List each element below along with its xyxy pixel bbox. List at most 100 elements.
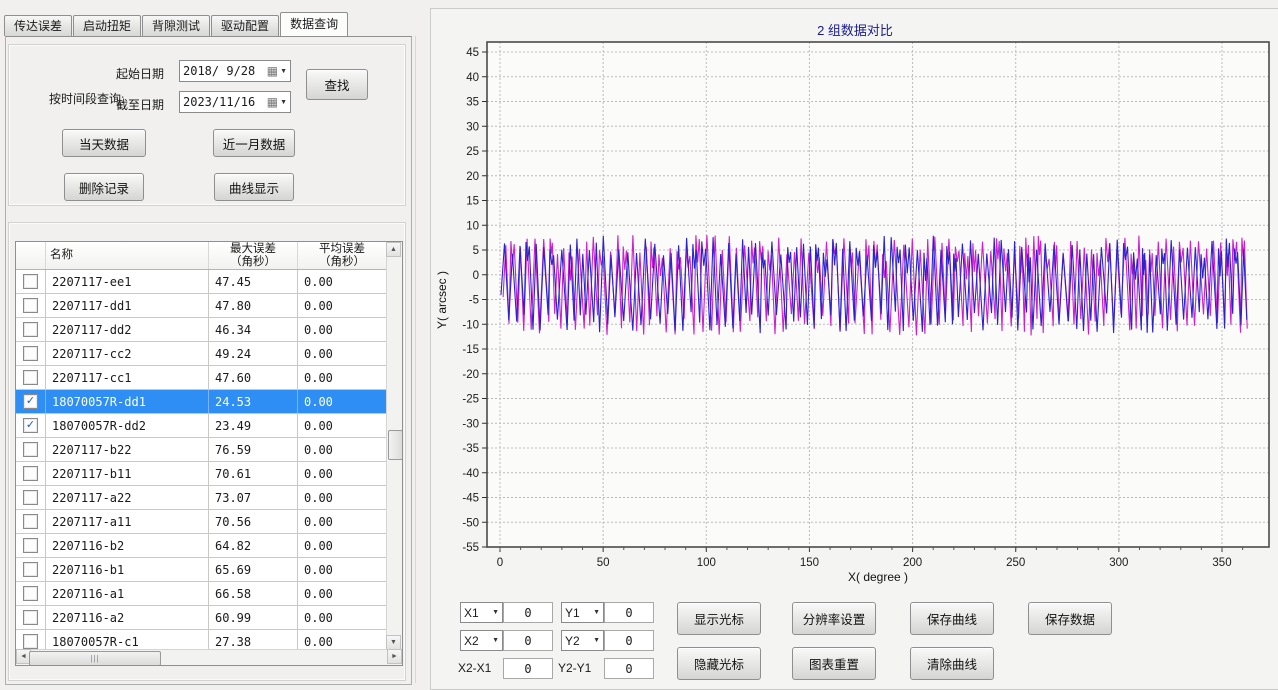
resolution-settings-button[interactable]: 分辨率设置 — [792, 602, 876, 635]
tab-start-torque[interactable]: 启动扭矩 — [73, 15, 141, 36]
table-row[interactable]: 18070057R-c127.380.00 — [16, 630, 387, 650]
row-checkbox-cell: ✓ — [16, 390, 46, 413]
tab-transmission-error[interactable]: 传达误差 — [4, 15, 72, 36]
table-row[interactable]: 2207116-a260.990.00 — [16, 606, 387, 630]
tab-drive-config[interactable]: 驱动配置 — [211, 15, 279, 36]
end-date-field[interactable]: 2023/11/16 ▦ ▼ — [179, 91, 291, 113]
today-data-button[interactable]: 当天数据 — [62, 129, 146, 157]
table-row[interactable]: 2207116-a166.580.00 — [16, 582, 387, 606]
svg-text:-25: -25 — [462, 394, 479, 406]
table-row[interactable]: ✓18070057R-dd223.490.00 — [16, 414, 387, 438]
caret-down-icon[interactable]: ▼ — [280, 99, 287, 106]
row-avg-error: 0.00 — [298, 630, 387, 650]
table-row[interactable]: 2207116-b165.690.00 — [16, 558, 387, 582]
row-max-error: 73.07 — [209, 486, 298, 509]
svg-text:200: 200 — [903, 557, 922, 569]
row-checkbox[interactable] — [23, 586, 38, 601]
result-table: 名称 最大误差 （角秒） 平均误差 （角秒） 2207117-ee147.450… — [15, 241, 403, 666]
row-checkbox[interactable] — [23, 490, 38, 505]
x2-value-field[interactable]: 0 — [503, 630, 553, 651]
save-data-button[interactable]: 保存数据 — [1028, 602, 1112, 635]
table-header: 名称 最大误差 （角秒） 平均误差 （角秒） — [16, 242, 387, 270]
row-checkbox[interactable] — [23, 370, 38, 385]
save-curve-button[interactable]: 保存曲线 — [910, 602, 994, 635]
row-checkbox[interactable] — [23, 538, 38, 553]
row-checkbox[interactable] — [23, 274, 38, 289]
row-checkbox-cell — [16, 462, 46, 485]
svg-text:-40: -40 — [462, 468, 479, 480]
svg-text:10: 10 — [466, 220, 479, 232]
svg-text:300: 300 — [1109, 557, 1128, 569]
table-row[interactable]: 2207116-b264.820.00 — [16, 534, 387, 558]
tab-backlash-test[interactable]: 背隙测试 — [142, 15, 210, 36]
row-checkbox[interactable] — [23, 442, 38, 457]
x1-select[interactable]: X1 ▼ — [460, 602, 503, 623]
x1-select-label: X1 — [464, 606, 479, 620]
row-avg-error: 0.00 — [298, 414, 387, 437]
row-checkbox[interactable] — [23, 322, 38, 337]
row-avg-error: 0.00 — [298, 366, 387, 389]
table-row[interactable]: 2207117-cc147.600.00 — [16, 366, 387, 390]
row-max-error: 47.45 — [209, 270, 298, 293]
row-checkbox[interactable] — [23, 562, 38, 577]
dy-value-field[interactable]: 0 — [604, 658, 654, 679]
row-checkbox[interactable] — [23, 610, 38, 625]
calendar-icon[interactable]: ▦ — [267, 65, 278, 77]
dx-value-field[interactable]: 0 — [503, 658, 553, 679]
search-button[interactable]: 查找 — [306, 69, 368, 100]
horizontal-scrollbar[interactable]: ◄ ||| ► — [16, 649, 402, 665]
row-name: 2207117-a11 — [46, 510, 209, 533]
horizontal-scroll-thumb[interactable]: ||| — [29, 651, 161, 666]
y1-select[interactable]: Y1▼ — [561, 602, 604, 623]
table-row[interactable]: ✓18070057R-dd124.530.00 — [16, 390, 387, 414]
table-row[interactable]: 2207117-dd246.340.00 — [16, 318, 387, 342]
table-row[interactable]: 2207117-a2273.070.00 — [16, 486, 387, 510]
table-row[interactable]: 2207117-b2276.590.00 — [16, 438, 387, 462]
chart-reset-button[interactable]: 图表重置 — [792, 647, 876, 680]
row-checkbox-cell — [16, 270, 46, 293]
svg-text:-30: -30 — [462, 418, 479, 430]
vertical-scrollbar[interactable]: ▲ ▼ — [386, 242, 402, 650]
show-cursor-button[interactable]: 显示光标 — [677, 602, 761, 635]
curve-display-button[interactable]: 曲线显示 — [214, 173, 294, 201]
y2-value-field[interactable]: 0 — [604, 630, 654, 651]
caret-down-icon[interactable]: ▼ — [280, 68, 287, 75]
scroll-right-icon[interactable]: ► — [387, 649, 402, 664]
scroll-down-icon[interactable]: ▼ — [386, 635, 401, 650]
row-avg-error: 0.00 — [298, 510, 387, 533]
row-name: 18070057R-c1 — [46, 630, 209, 650]
row-checkbox[interactable] — [23, 466, 38, 481]
y1-value-field[interactable]: 0 — [604, 602, 654, 623]
start-date-field[interactable]: 2018/ 9/28 ▦ ▼ — [179, 60, 291, 82]
x2-select[interactable]: X2▼ — [460, 630, 503, 651]
hide-cursor-button[interactable]: 隐藏光标 — [677, 647, 761, 680]
row-checkbox[interactable]: ✓ — [23, 418, 38, 433]
table-row[interactable]: 2207117-b1170.610.00 — [16, 462, 387, 486]
svg-text:40: 40 — [466, 72, 479, 84]
tab-bar: 传达误差启动扭矩背隙测试驱动配置数据查询 — [4, 13, 349, 36]
row-checkbox[interactable] — [23, 634, 38, 649]
calendar-icon[interactable]: ▦ — [267, 96, 278, 108]
vertical-scroll-thumb[interactable] — [388, 430, 403, 460]
tab-data-query[interactable]: 数据查询 — [280, 12, 348, 36]
row-checkbox[interactable] — [23, 298, 38, 313]
clear-curve-button[interactable]: 清除曲线 — [910, 647, 994, 680]
last-month-data-button[interactable]: 近一月数据 — [213, 129, 295, 157]
table-row[interactable]: 2207117-ee147.450.00 — [16, 270, 387, 294]
chart-plot[interactable]: 454035302520151050-5-10-15-20-25-30-35-4… — [432, 40, 1278, 592]
table-row[interactable]: 2207117-cc249.240.00 — [16, 342, 387, 366]
x1-value-field[interactable]: 0 — [503, 602, 553, 623]
table-row[interactable]: 2207117-a1170.560.00 — [16, 510, 387, 534]
row-checkbox[interactable]: ✓ — [23, 394, 38, 409]
caret-down-icon: ▼ — [492, 609, 499, 616]
row-checkbox[interactable] — [23, 346, 38, 361]
table-row[interactable]: 2207117-dd147.800.00 — [16, 294, 387, 318]
delete-record-button[interactable]: 删除记录 — [64, 173, 144, 201]
row-avg-error: 0.00 — [298, 534, 387, 557]
y2-select[interactable]: Y2▼ — [561, 630, 604, 651]
row-max-error: 70.56 — [209, 510, 298, 533]
row-name: 2207116-b2 — [46, 534, 209, 557]
row-checkbox[interactable] — [23, 514, 38, 529]
row-checkbox-cell: ✓ — [16, 414, 46, 437]
scroll-up-icon[interactable]: ▲ — [386, 242, 401, 257]
